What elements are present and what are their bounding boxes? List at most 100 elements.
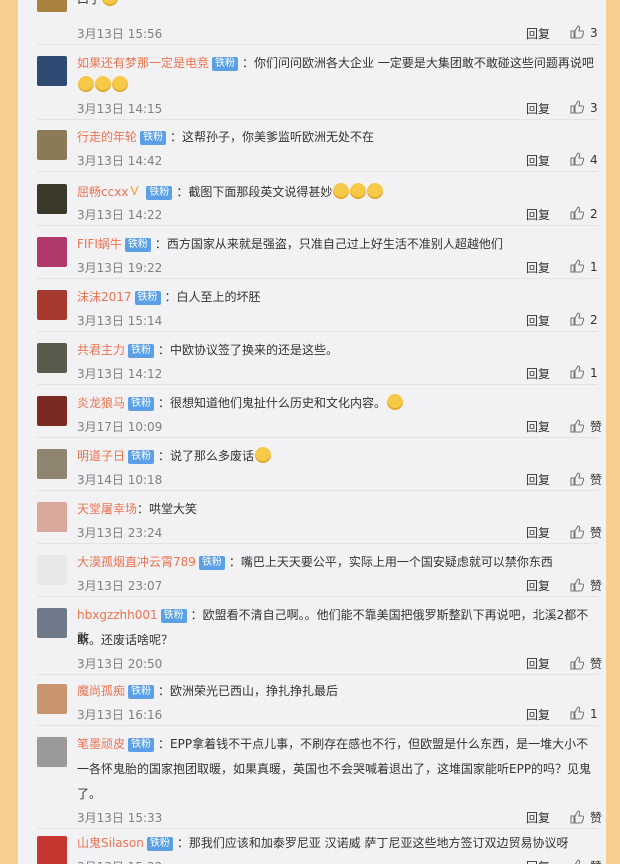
avatar[interactable] (37, 396, 67, 426)
thumbs-up-icon (570, 206, 584, 220)
thumbs-up-icon (570, 578, 584, 592)
reply-button[interactable]: 回复 (526, 259, 550, 276)
avatar[interactable] (37, 608, 67, 638)
username-link[interactable]: 笔墨顽皮 (77, 737, 125, 751)
username-link[interactable]: 共君主力 (77, 343, 125, 357)
like-button[interactable]: 3 (570, 100, 598, 115)
emoji-icon (78, 76, 94, 92)
avatar[interactable] (37, 237, 67, 267)
username-link[interactable]: FIFI蜗牛 (77, 237, 122, 251)
comment-time: 3月14日 10:18 (77, 473, 163, 487)
username-link[interactable]: 如果还有梦那一定是电竞 (77, 56, 209, 70)
username-link[interactable]: 魔尚孤痴 (77, 684, 125, 698)
comment-time: 3月13日 23:07 (77, 579, 163, 593)
reply-button[interactable]: 回复 (526, 365, 550, 382)
reply-button[interactable]: 回复 (526, 312, 550, 329)
like-button[interactable]: 赞 (570, 655, 602, 672)
avatar[interactable] (37, 184, 67, 214)
like-button[interactable]: 1 (570, 365, 598, 380)
reply-button[interactable]: 回复 (526, 655, 550, 672)
comment-list: 口了3月13日 15:56回复3如果还有梦那一定是电竞铁粉：你们问问欧洲各大企业… (18, 0, 606, 864)
comment-time: 3月13日 15:32 (77, 858, 162, 864)
reply-button[interactable]: 回复 (526, 100, 550, 117)
fan-badge[interactable]: 铁粉 (134, 291, 161, 305)
avatar[interactable] (37, 0, 67, 12)
username-link[interactable]: 大漠孤烟直冲云霄789 (77, 555, 196, 569)
reply-button[interactable]: 回复 (526, 418, 550, 435)
like-button[interactable]: 3 (570, 25, 598, 40)
username-link[interactable]: 屈畅ccxx (77, 185, 128, 199)
avatar[interactable] (37, 449, 67, 479)
like-count: 2 (590, 207, 598, 221)
comment-body-cont: 断。还废话啥呢？ (77, 633, 174, 647)
comment-text: 断。还废话啥呢？ (77, 629, 597, 652)
username-link[interactable]: 炎龙狼马 (77, 396, 125, 410)
fan-badge[interactable]: 铁粉 (124, 238, 151, 252)
like-button[interactable]: 赞 (570, 471, 602, 488)
like-button[interactable]: 1 (570, 259, 598, 274)
like-button[interactable]: 2 (570, 206, 598, 221)
username-link[interactable]: 沫沫2017 (77, 290, 132, 304)
like-button[interactable]: 赞 (570, 858, 602, 864)
like-button[interactable]: 1 (570, 706, 598, 721)
reply-button[interactable]: 回复 (526, 577, 550, 594)
like-count: 赞 (590, 473, 603, 487)
avatar[interactable] (37, 56, 67, 86)
like-button[interactable]: 赞 (570, 809, 602, 826)
avatar[interactable] (37, 343, 67, 373)
avatar[interactable] (37, 836, 67, 864)
avatar[interactable] (37, 502, 67, 532)
username-link[interactable]: 天堂屠幸场 (77, 502, 137, 516)
avatar[interactable] (37, 130, 67, 160)
avatar[interactable] (37, 290, 67, 320)
thumbs-up-icon (570, 365, 584, 379)
reply-button[interactable]: 回复 (526, 706, 550, 723)
like-button[interactable]: 赞 (570, 418, 602, 435)
fan-badge[interactable]: 铁粉 (198, 556, 225, 570)
comment-text: 魔尚孤痴 铁粉 ：欧洲荣光已西山，挣扎挣扎最后 (77, 680, 597, 703)
fan-badge[interactable]: 铁粉 (146, 186, 173, 200)
reply-button[interactable]: 回复 (526, 524, 550, 541)
reply-button[interactable]: 回复 (526, 809, 550, 826)
like-count: 赞 (590, 860, 602, 864)
username-link[interactable]: 行走的年轮 (77, 130, 137, 144)
comment-text: 明道子日 铁粉 ：说了那么多废话 (77, 445, 597, 468)
like-button[interactable]: 赞 (570, 577, 602, 594)
username-link[interactable]: hbxgzzhh001 (77, 608, 158, 622)
fan-badge[interactable]: 铁粉 (212, 57, 239, 71)
emoji-icon (333, 183, 350, 199)
like-button[interactable]: 2 (570, 312, 598, 327)
comment-time: 3月13日 15:33 (77, 811, 163, 825)
username-link[interactable]: 明道子日 (77, 449, 125, 463)
avatar[interactable] (37, 555, 67, 585)
avatar[interactable] (37, 737, 67, 767)
reply-button[interactable]: 回复 (526, 25, 550, 42)
comment-text: 如果还有梦那一定是电竞 铁粉 ：你们问问欧洲各大企业 一定要是大集团敢不敢碰这些问题… (77, 52, 597, 75)
fan-badge[interactable]: 铁粉 (140, 131, 167, 145)
fan-badge[interactable]: 铁粉 (128, 397, 155, 411)
like-button[interactable]: 赞 (570, 524, 602, 541)
comment-time: 3月13日 19:22 (77, 261, 163, 275)
fan-badge[interactable]: 铁粉 (128, 450, 155, 464)
fan-badge[interactable]: 铁粉 (146, 837, 173, 851)
reply-button[interactable]: 回复 (526, 858, 550, 864)
comment-text: 沫沫2017 铁粉 ：白人至上的坏胚 (77, 286, 597, 309)
fan-badge[interactable]: 铁粉 (128, 738, 155, 752)
emoji-icon (95, 76, 111, 92)
emoji-icon (102, 0, 119, 6)
comment-body: 口了 (77, 0, 101, 6)
fan-badge[interactable]: 铁粉 (128, 685, 155, 699)
comment-body: ：那我们应该和加泰罗尼亚 汉诺威 萨丁尼亚这些地方签订双边贸易协议呀 (176, 836, 569, 850)
like-button[interactable]: 4 (570, 152, 598, 167)
reply-button[interactable]: 回复 (526, 471, 550, 488)
username-link[interactable]: 山鬼Silason (77, 836, 144, 850)
thumbs-up-icon (570, 312, 584, 326)
avatar[interactable] (37, 684, 67, 714)
thumbs-up-icon (570, 525, 584, 539)
comment-body: ：中欧协议签了换来的还是这些。 (158, 343, 339, 357)
comment-time: 3月13日 14:22 (77, 208, 163, 222)
fan-badge[interactable]: 铁粉 (160, 609, 187, 623)
reply-button[interactable]: 回复 (526, 206, 550, 223)
fan-badge[interactable]: 铁粉 (128, 344, 155, 358)
reply-button[interactable]: 回复 (526, 152, 550, 169)
